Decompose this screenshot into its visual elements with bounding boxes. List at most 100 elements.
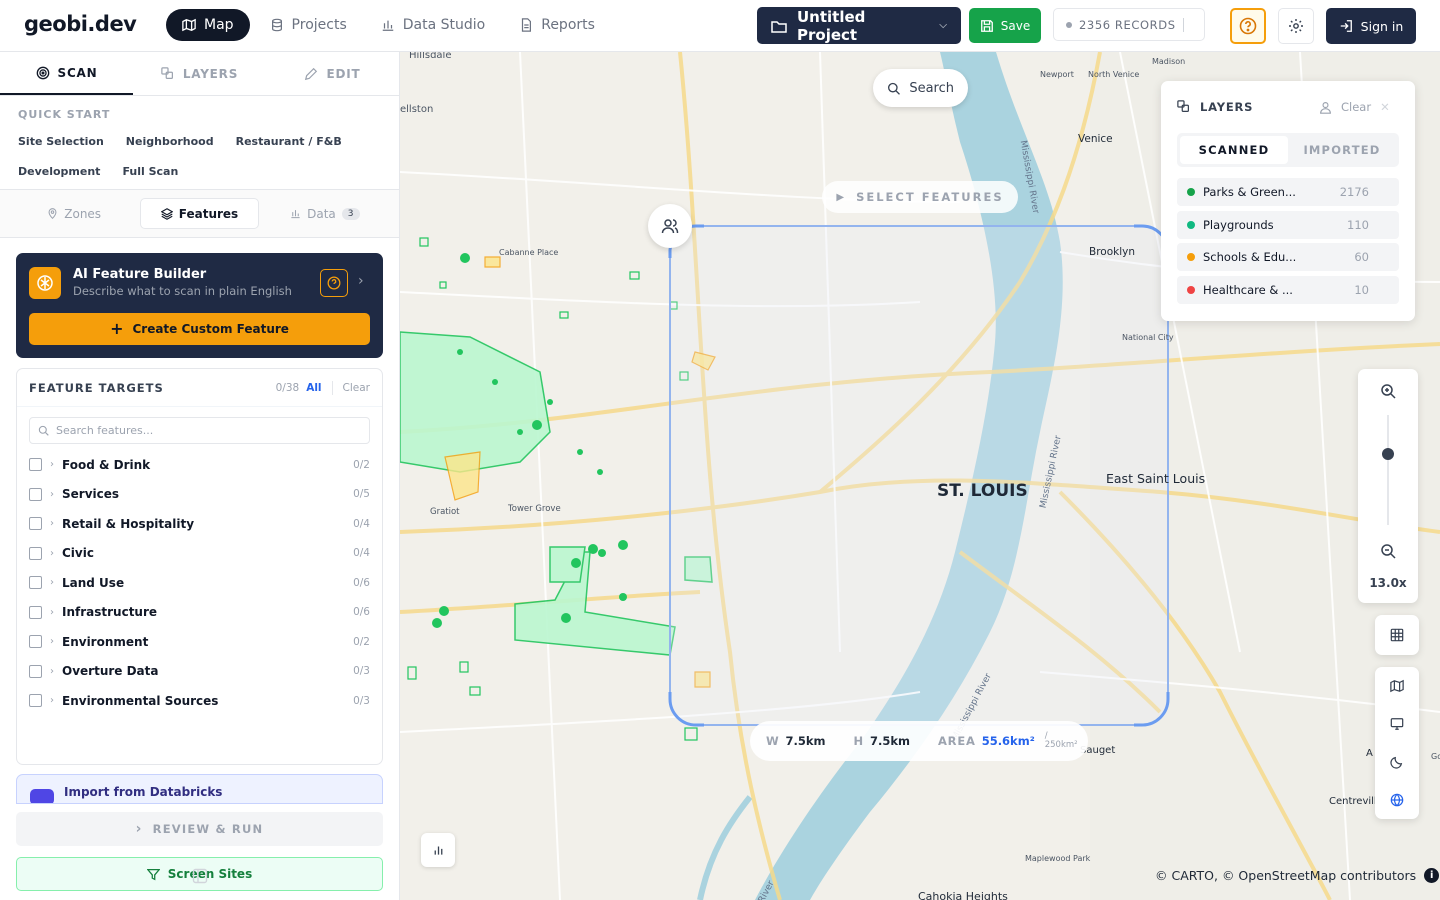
nav-item-map[interactable]: Map	[166, 9, 250, 41]
review-run-button[interactable]: › REVIEW & RUN	[16, 812, 383, 846]
chip-development[interactable]: Development	[10, 159, 108, 184]
feature-category-row[interactable]: › Retail & Hospitality 0/4	[17, 509, 382, 539]
ai-help-button[interactable]	[320, 269, 348, 297]
subtab-features[interactable]: Features	[140, 198, 259, 229]
height-label: H	[853, 734, 864, 748]
app-logo[interactable]: geobi.dev	[24, 12, 137, 36]
tab-scan[interactable]: SCAN	[0, 52, 133, 95]
import-databricks[interactable]: Import from Databricks	[16, 774, 383, 804]
bar-chart-icon	[291, 210, 300, 219]
feature-category-row[interactable]: › Environmental Sources 0/3	[17, 686, 382, 716]
info-icon[interactable]: i	[1424, 868, 1440, 883]
chip-restaurant[interactable]: Restaurant / F&B	[228, 129, 350, 154]
feature-category-row[interactable]: › Civic 0/4	[17, 539, 382, 569]
basemap-dark-button[interactable]	[1375, 743, 1419, 781]
folder-icon	[771, 20, 787, 33]
selection-rect[interactable]	[669, 225, 1169, 726]
map-search-button[interactable]: Search	[873, 69, 968, 107]
save-button[interactable]: Save	[969, 8, 1041, 43]
feature-category-row[interactable]: › Services 0/5	[17, 480, 382, 510]
place-label-centreville: Centrevill	[1329, 796, 1377, 807]
settings-button[interactable]	[1278, 8, 1314, 44]
checkbox[interactable]	[29, 576, 42, 590]
chevron-right-icon[interactable]: ›	[358, 273, 364, 289]
zoom-out-icon[interactable]	[1380, 543, 1396, 559]
basemap-monitor-button[interactable]	[1375, 705, 1419, 743]
basemap-map-button[interactable]	[1375, 667, 1419, 705]
chevron-right-icon[interactable]: ›	[50, 695, 54, 706]
layer-row[interactable]: Parks & Green... 2176	[1177, 178, 1399, 206]
feature-list: › Food & Drink 0/2 › Services 0/5 › Retail & Ho…	[17, 450, 382, 716]
nav-item-reports[interactable]: Reports	[505, 9, 609, 41]
layer-row[interactable]: Healthcare & ... 10	[1177, 275, 1399, 304]
feature-category-row[interactable]: › Overture Data 0/3	[17, 657, 382, 687]
stack-icon	[160, 207, 173, 220]
place-label-east-st-louis: East Saint Louis	[1106, 471, 1206, 486]
feature-category-row[interactable]: › Environment 0/2	[17, 627, 382, 657]
layer-color-dot	[1187, 188, 1195, 196]
divider	[1182, 17, 1184, 32]
chevron-right-icon[interactable]: ›	[50, 636, 54, 647]
map-icon	[1390, 679, 1404, 693]
checkbox[interactable]	[29, 635, 42, 649]
chevron-right-icon[interactable]: ›	[50, 459, 54, 470]
chevron-right-icon[interactable]: ›	[50, 607, 54, 618]
feature-targets: FEATURE TARGETS 0/38 All Clear Search fe…	[16, 368, 383, 765]
checkbox[interactable]	[29, 487, 42, 501]
feature-category-row[interactable]: › Infrastructure 0/6	[17, 598, 382, 628]
chart-button[interactable]	[421, 833, 455, 867]
tab-layers[interactable]: LAYERS	[133, 52, 266, 95]
feature-search-input[interactable]: Search features...	[29, 417, 370, 444]
help-button[interactable]	[1230, 8, 1266, 44]
place-label-go: Go	[1431, 752, 1440, 761]
checkbox[interactable]	[29, 517, 42, 531]
feature-category-name: Environment	[62, 634, 149, 649]
collapse-sidebar-icon[interactable]	[192, 868, 208, 884]
checkbox[interactable]	[29, 458, 42, 472]
place-label-cabanne: Cabanne Place	[499, 248, 559, 257]
feature-category-row[interactable]: › Food & Drink 0/2	[17, 450, 382, 480]
nav-item-projects[interactable]: Projects	[256, 9, 361, 41]
zoom-in-icon[interactable]	[1380, 383, 1396, 399]
zoom-slider-track[interactable]	[1387, 415, 1389, 525]
chevron-right-icon[interactable]: ›	[50, 666, 54, 677]
basemap-tools	[1375, 667, 1419, 819]
sign-in-button[interactable]: Sign in	[1326, 8, 1416, 44]
checkbox[interactable]	[29, 664, 42, 678]
feature-category-row[interactable]: › Land Use 0/6	[17, 568, 382, 598]
chevron-right-icon[interactable]: ›	[50, 577, 54, 588]
project-selector[interactable]: Untitled Project ⌵	[757, 7, 961, 44]
map-icon	[182, 18, 196, 32]
chip-site-selection[interactable]: Site Selection	[10, 129, 112, 154]
people-button[interactable]	[648, 204, 692, 248]
chip-full-scan[interactable]: Full Scan	[114, 159, 186, 184]
select-all-link[interactable]: All	[306, 382, 321, 394]
close-icon[interactable]: ✕	[1380, 100, 1390, 114]
layers-clear-button[interactable]: Clear ✕	[1319, 100, 1390, 114]
create-custom-feature-button[interactable]: + Create Custom Feature	[29, 313, 370, 345]
clear-link[interactable]: Clear	[343, 382, 370, 394]
zoom-slider-handle[interactable]	[1382, 447, 1394, 460]
checkbox[interactable]	[29, 694, 42, 708]
layer-row[interactable]: Playgrounds 110	[1177, 210, 1399, 239]
basemap-globe-button[interactable]	[1375, 781, 1419, 819]
nav-item-data-studio[interactable]: Data Studio	[367, 9, 499, 41]
chevron-right-icon[interactable]: ›	[50, 518, 54, 529]
chip-neighborhood[interactable]: Neighborhood	[118, 129, 222, 154]
select-features-button[interactable]: ▶ SELECT FEATURES	[822, 181, 1018, 213]
chevron-right-icon[interactable]: ›	[50, 489, 54, 500]
checkbox[interactable]	[29, 546, 42, 560]
subtab-zones[interactable]: Zones	[16, 198, 132, 229]
layer-row[interactable]: Schools & Edu... 60	[1177, 243, 1399, 271]
tab-imported[interactable]: IMPORTED	[1288, 136, 1396, 164]
chevron-right-icon[interactable]: ›	[50, 548, 54, 559]
sign-in-label: Sign in	[1360, 18, 1404, 34]
width-label: W	[766, 734, 780, 748]
tab-edit[interactable]: EDIT	[266, 52, 399, 95]
checkbox[interactable]	[29, 605, 42, 619]
tab-scanned[interactable]: SCANNED	[1180, 136, 1288, 164]
grid-button[interactable]	[1375, 615, 1419, 655]
pin-icon	[48, 208, 57, 219]
chevron-right-icon: ›	[135, 821, 143, 837]
subtab-data[interactable]: Data 3	[267, 198, 383, 229]
